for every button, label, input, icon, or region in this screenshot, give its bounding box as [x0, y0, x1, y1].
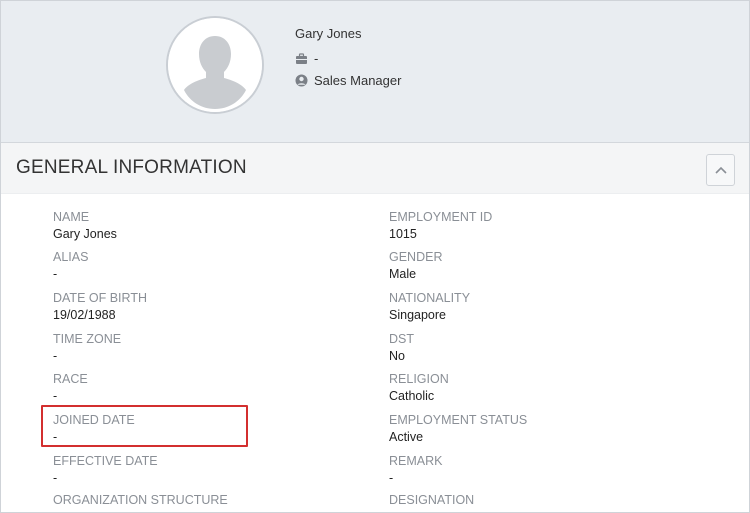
field-designation: DESIGNATION	[389, 493, 474, 510]
employee-name: Gary Jones	[295, 26, 362, 41]
field-date-of-birth: DATE OF BIRTH 19/02/1988	[53, 291, 147, 323]
field-employment-id: EMPLOYMENT ID 1015	[389, 210, 492, 242]
field-label: REMARK	[389, 454, 443, 468]
field-race: RACE -	[53, 372, 88, 404]
general-information-header: GENERAL INFORMATION	[1, 143, 749, 194]
field-value: Gary Jones	[53, 227, 117, 241]
job-title-value: Sales Manager	[314, 73, 402, 88]
field-label: DATE OF BIRTH	[53, 291, 147, 305]
field-value: -	[389, 471, 394, 485]
collapse-section-button[interactable]	[706, 154, 735, 186]
job-title-line: Sales Manager	[295, 73, 401, 88]
field-value: -	[53, 267, 58, 281]
field-name: NAME Gary Jones	[53, 210, 117, 242]
field-value: Catholic	[389, 389, 435, 403]
field-value: No	[389, 349, 405, 363]
field-value: 1015	[389, 227, 417, 241]
field-value: Male	[389, 267, 417, 281]
field-label: ALIAS	[53, 250, 89, 264]
department-value: -	[314, 51, 319, 66]
field-label: EFFECTIVE DATE	[53, 454, 158, 468]
field-label: RACE	[53, 372, 88, 386]
field-value: Singapore	[389, 308, 446, 322]
section-title: GENERAL INFORMATION	[16, 157, 247, 178]
field-effective-date: EFFECTIVE DATE -	[53, 454, 158, 486]
field-label: RELIGION	[389, 372, 449, 386]
joined-date-highlight-box	[41, 405, 248, 447]
field-label: TIME ZONE	[53, 332, 122, 346]
avatar	[166, 16, 264, 114]
field-dst: DST No	[389, 332, 414, 364]
field-nationality: NATIONALITY Singapore	[389, 291, 470, 323]
field-value: -	[53, 349, 58, 363]
field-organization-structure: ORGANIZATION STRUCTURE	[53, 493, 228, 510]
person-silhouette-icon	[168, 18, 262, 112]
employee-profile-page: Gary Jones - Sales Manager GENERAL INFOR…	[0, 0, 750, 513]
field-label: GENDER	[389, 250, 443, 264]
department-line: -	[295, 51, 318, 66]
field-label: EMPLOYMENT ID	[389, 210, 493, 224]
field-time-zone: TIME ZONE -	[53, 332, 121, 364]
field-value: Active	[389, 430, 424, 444]
field-label: NAME	[53, 210, 90, 224]
field-label: NATIONALITY	[389, 291, 471, 305]
field-value: -	[53, 389, 58, 403]
field-label: DST	[389, 332, 414, 346]
field-employment-status: EMPLOYMENT STATUS Active	[389, 413, 527, 445]
field-gender: GENDER Male	[389, 250, 442, 282]
field-value: -	[53, 471, 58, 485]
profile-header: Gary Jones - Sales Manager	[1, 1, 749, 143]
briefcase-icon	[295, 52, 308, 65]
chevron-up-icon	[714, 166, 727, 174]
field-alias: ALIAS -	[53, 250, 88, 282]
field-value: 19/02/1988	[53, 308, 116, 322]
field-religion: RELIGION Catholic	[389, 372, 449, 404]
field-label: DESIGNATION	[389, 493, 475, 507]
field-label: ORGANIZATION STRUCTURE	[53, 493, 228, 507]
user-circle-icon	[295, 74, 308, 87]
field-remark: REMARK -	[389, 454, 442, 486]
field-label: EMPLOYMENT STATUS	[389, 413, 528, 427]
